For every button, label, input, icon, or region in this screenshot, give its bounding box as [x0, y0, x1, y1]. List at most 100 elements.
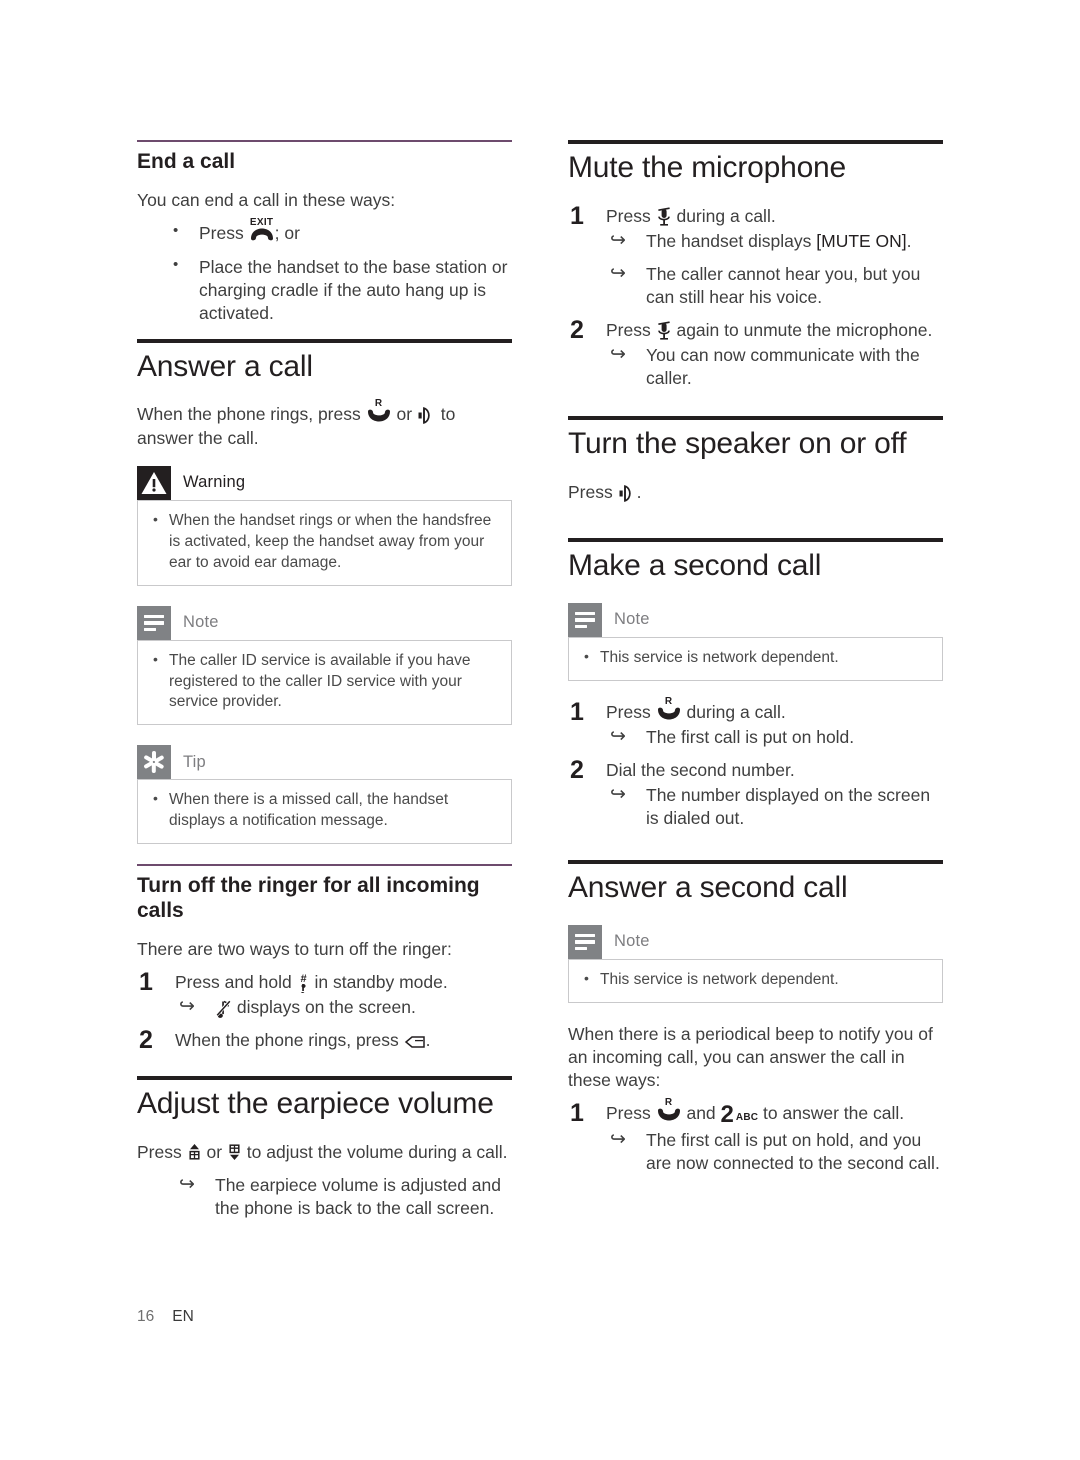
tip-icon	[137, 745, 171, 780]
step-number: 1	[139, 968, 153, 997]
step-number: 1	[570, 1099, 584, 1128]
bullet-text: Press	[199, 223, 249, 244]
tip-asterisk-icon	[143, 751, 165, 774]
callout-tip-missed-call: Tip When there is a missed call, the han…	[137, 745, 512, 845]
step-number: 2	[139, 1026, 153, 1055]
adjust-earpiece-line: Press or to adjust the volume during a c…	[137, 1141, 512, 1164]
step-text: Press again to unmute the microphone.	[606, 319, 943, 342]
note-icon	[568, 602, 602, 637]
ringer-off-note-icon	[215, 999, 232, 1018]
end-a-call-intro: You can end a call in these ways:	[137, 189, 396, 210]
callout-note-answer-second-call: Note This service is network dependent.	[568, 924, 943, 1003]
mute-microphone-steps: 1 Press during a call. The handset displ…	[568, 202, 943, 391]
section-adjust-earpiece-volume: Adjust the earpiece volume Press or to a…	[137, 1076, 512, 1220]
heading-turn-speaker: Turn the speaker on or off	[568, 427, 907, 461]
talk-handset-icon: R	[366, 398, 392, 423]
answer-second-call-intro: When there is a periodical beep to notif…	[568, 1023, 933, 1091]
section-divider-thick	[568, 860, 943, 865]
heading-mute-microphone: Mute the microphone	[568, 151, 847, 184]
callout-note-title: Note	[614, 932, 650, 951]
step-pre: Press	[606, 205, 656, 226]
result-text: displays on the screen.	[232, 997, 416, 1018]
step-text: Press R during a call.	[606, 696, 943, 724]
heading-make-second-call: Make a second call	[568, 549, 822, 583]
step-text: When the phone rings, press .	[175, 1029, 512, 1052]
section-turn-speaker: Turn the speaker on or off Press .	[568, 416, 943, 504]
turn-off-ringer-steps: 1 Press and hold # in standby mode. disp…	[137, 968, 512, 1055]
step-pre: Press	[606, 701, 656, 722]
section-divider-thin	[137, 864, 512, 867]
section-answer-a-call: Answer a call When the phone rings, pres…	[137, 338, 512, 845]
step-item: 1 Press R and 2ABC to answer the call. T…	[568, 1097, 943, 1175]
heading-answer-second-call: Answer a second call	[568, 871, 848, 905]
step-item: 2 Dial the second number. The number dis…	[568, 756, 943, 830]
page-footer: 16 EN	[137, 1308, 194, 1326]
section-make-second-call: Make a second call Note This service is …	[568, 538, 943, 830]
silence-key-icon	[404, 1034, 426, 1050]
step-result: The number displayed on the screen is di…	[606, 782, 943, 830]
step-text: Press and hold # in standby mode.	[175, 971, 512, 994]
step-result: The handset displays [MUTE ON].	[606, 228, 943, 253]
step-text: Dial the second number.	[606, 759, 795, 780]
callout-note-title: Note	[183, 613, 219, 632]
step-number: 1	[570, 697, 584, 726]
list-item: This service is network dependent.	[581, 647, 930, 669]
hangup-handset-icon: EXIT	[249, 217, 275, 242]
step-result: The caller cannot hear you, but you can …	[606, 261, 943, 309]
heading-answer-a-call: Answer a call	[137, 349, 313, 383]
callout-warning-title: Warning	[183, 473, 246, 492]
volume-up-icon	[187, 1143, 202, 1164]
speaker-icon	[618, 484, 637, 502]
left-column: End a call You can end a call in these w…	[137, 140, 512, 1230]
key-2-sublabel: ABC	[735, 1111, 759, 1123]
result-pre: The handset displays	[646, 230, 817, 251]
answer-a-call-intro: When the phone rings, press R or to answ…	[137, 398, 512, 450]
note-lines-icon	[575, 933, 595, 951]
list-item: This service is network dependent.	[581, 969, 930, 991]
turn-speaker-line: Press .	[568, 481, 943, 504]
note-lines-icon	[144, 614, 164, 632]
callout-note-make-second-call: Note This service is network dependent.	[568, 602, 943, 681]
list-item: When the handset rings or when the hands…	[150, 510, 499, 574]
callout-note-body: This service is network dependent.	[568, 958, 943, 1003]
callout-tip-body: When there is a missed call, the handset…	[137, 779, 512, 845]
list-item: Press EXIT; or	[137, 217, 512, 245]
step-post: in standby mode.	[309, 972, 448, 993]
mute-on-display-value: [MUTE ON]	[816, 230, 907, 251]
callout-note-header: Note	[568, 602, 943, 637]
talk-label: R	[664, 1097, 673, 1109]
list-item: When there is a missed call, the handset…	[150, 789, 499, 832]
callout-note-caller-id: Note The caller ID service is available …	[137, 605, 512, 726]
callout-note-header: Note	[568, 924, 943, 959]
bullet-text-after: ; or	[274, 223, 300, 244]
line-pre: Press	[568, 481, 618, 502]
heading-adjust-earpiece-volume: Adjust the earpiece volume	[137, 1087, 494, 1121]
section-divider-thick	[568, 140, 943, 144]
step-text: Press during a call.	[606, 205, 943, 228]
note-icon	[568, 924, 602, 959]
line-mid: or	[201, 1141, 227, 1162]
section-answer-second-call: Answer a second call Note This service i…	[568, 860, 943, 1175]
result-post: .	[906, 230, 912, 251]
right-column: Mute the microphone 1 Press during a cal…	[568, 140, 943, 1185]
page-number: 16	[137, 1308, 155, 1325]
make-second-call-steps: 1 Press R during a call. The first call …	[568, 696, 943, 830]
step-mid: and	[681, 1103, 721, 1124]
step-item: 1 Press R during a call. The first call …	[568, 696, 943, 749]
callout-warning: Warning When the handset rings or when t…	[137, 465, 512, 586]
note-icon	[137, 605, 171, 640]
key-2-icon: 2 ABC	[721, 1102, 759, 1127]
callout-note-header: Note	[137, 605, 512, 640]
step-number: 2	[570, 755, 584, 784]
step-pre: Press and hold	[175, 972, 297, 993]
step-number: 1	[570, 201, 584, 230]
section-divider-thick	[137, 338, 512, 343]
callout-tip-header: Tip	[137, 745, 512, 780]
section-mute-microphone: Mute the microphone 1 Press during a cal…	[568, 140, 943, 390]
step-post: during a call.	[681, 701, 786, 722]
callout-warning-header: Warning	[137, 465, 512, 500]
step-post: to answer the call.	[758, 1103, 905, 1124]
step-pre: When the phone rings, press	[175, 1030, 404, 1051]
step-item: 2 Press again to unmute the microphone. …	[568, 316, 943, 390]
step-number: 2	[570, 315, 584, 344]
